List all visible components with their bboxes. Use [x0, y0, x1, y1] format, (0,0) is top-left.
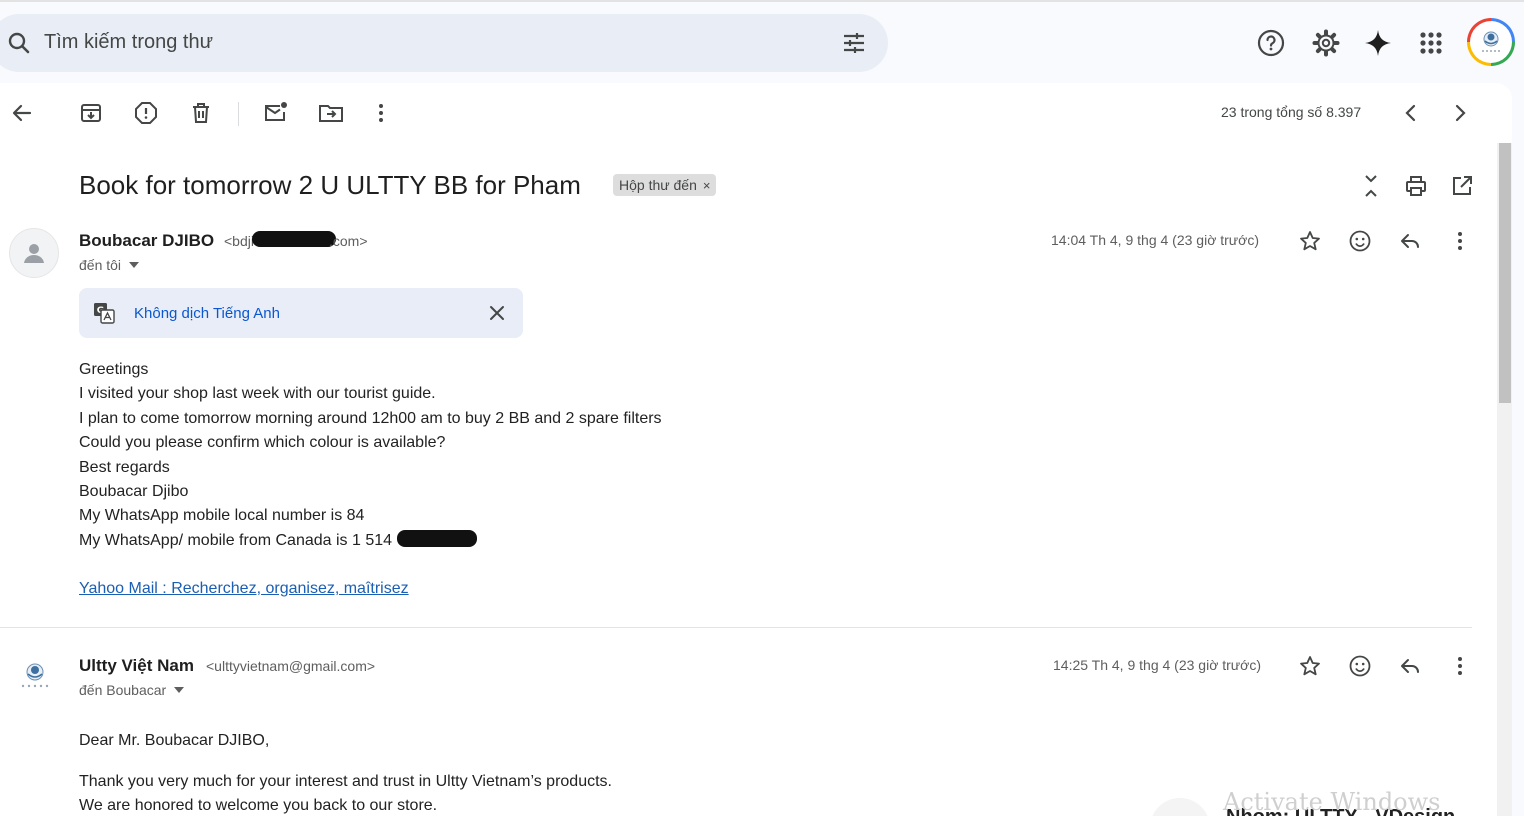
sender-avatar[interactable]	[13, 655, 57, 699]
sender-email-end: .com>	[329, 233, 368, 249]
apps-icon[interactable]	[1417, 29, 1445, 57]
delete-icon[interactable]	[188, 100, 214, 126]
open-new-window-icon[interactable]	[1449, 173, 1475, 199]
gemini-icon[interactable]	[1364, 29, 1392, 57]
settings-icon[interactable]	[1312, 29, 1340, 57]
yahoo-mail-link[interactable]: Yahoo Mail : Recherchez, organisez, maît…	[79, 580, 409, 598]
message-divider	[0, 627, 1472, 628]
account-avatar[interactable]	[1467, 18, 1515, 66]
remove-label-icon[interactable]: ×	[703, 178, 711, 193]
message-body-line: I visited your shop last week with our t…	[79, 385, 436, 402]
report-spam-icon[interactable]	[133, 100, 159, 126]
top-border	[0, 0, 1524, 2]
sender-email: <ulttyvietnam@gmail.com>	[206, 658, 376, 674]
back-arrow-icon[interactable]	[9, 100, 35, 126]
logo-icon	[1470, 21, 1512, 63]
message-date: 14:25 Th 4, 9 thg 4 (23 giờ trước)	[1053, 657, 1262, 673]
search-options-icon[interactable]	[840, 29, 868, 57]
message-body-line: Greetings	[79, 361, 149, 378]
translate-icon: G	[93, 302, 115, 324]
sender-avatar[interactable]	[9, 228, 59, 278]
mark-unread-icon[interactable]	[263, 100, 289, 126]
message-date: 14:04 Th 4, 9 thg 4 (23 giờ trước)	[1051, 232, 1260, 248]
close-icon[interactable]	[487, 303, 507, 323]
move-to-icon[interactable]	[318, 100, 344, 126]
archive-icon[interactable]	[78, 100, 104, 126]
message-body-line: My WhatsApp/ mobile from Canada is 1 514	[79, 532, 393, 549]
recipient-line[interactable]: đến tôi	[79, 257, 140, 273]
chevron-left-icon[interactable]	[1398, 100, 1424, 126]
message-body-line: Best regards	[79, 459, 170, 476]
reply-icon[interactable]	[1398, 229, 1422, 253]
message-body-line: We are honored to welcome you back to ou…	[79, 797, 438, 814]
more-vert-icon[interactable]	[1448, 654, 1472, 678]
chevron-right-icon[interactable]	[1447, 100, 1473, 126]
help-icon[interactable]	[1257, 29, 1285, 57]
star-icon[interactable]	[1298, 654, 1322, 678]
sender-name[interactable]: Ultty Việt Nam	[79, 656, 194, 676]
inbox-label-chip[interactable]: Hộp thư đến ×	[613, 174, 717, 196]
person-icon	[24, 244, 44, 263]
sender-email-start: <bdji	[224, 233, 254, 249]
message-body-line: Thank you very much for your interest an…	[79, 773, 612, 790]
search-icon[interactable]	[7, 31, 31, 55]
message-body-line: My WhatsApp mobile local number is 84	[79, 507, 365, 524]
recipient-text: đến tôi	[79, 257, 122, 273]
message-body-line: Boubacar Djibo	[79, 483, 189, 500]
reply-icon[interactable]	[1398, 654, 1422, 678]
recipient-line[interactable]: đến Boubacar	[79, 682, 185, 698]
thread-subject: Book for tomorrow 2 U ULTTY BB for Pham	[79, 170, 581, 200]
collapse-all-icon[interactable]	[1358, 173, 1384, 199]
redaction-mark	[252, 231, 336, 247]
search-input[interactable]: Tìm kiếm trong thư	[44, 31, 213, 54]
message-body-line: I plan to come tomorrow morning around 1…	[79, 410, 662, 427]
redaction-mark	[397, 530, 477, 547]
sender-name[interactable]: Boubacar DJIBO	[79, 231, 214, 251]
print-icon[interactable]	[1403, 173, 1429, 199]
star-icon[interactable]	[1298, 229, 1322, 253]
logo-icon	[21, 663, 49, 688]
label-text: Hộp thư đến	[619, 177, 697, 193]
pager-count: 23 trong tổng số 8.397	[1221, 104, 1362, 120]
translate-banner: G Không dịch Tiếng Anh	[79, 288, 523, 338]
emoji-react-icon[interactable]	[1348, 229, 1372, 253]
scrollbar-thumb[interactable]	[1499, 143, 1511, 403]
caret-down-icon[interactable]	[129, 262, 140, 268]
windows-activation-watermark: Activate Windows	[1223, 788, 1441, 816]
dont-translate-link[interactable]: Không dịch Tiếng Anh	[134, 305, 280, 322]
message-body-line: Could you please confirm which colour is…	[79, 434, 446, 451]
more-vert-icon[interactable]	[1448, 229, 1472, 253]
toolbar-divider	[238, 102, 239, 126]
caret-down-icon[interactable]	[174, 687, 185, 693]
recipient-text: đến Boubacar	[79, 682, 167, 698]
more-vert-icon[interactable]	[368, 100, 394, 126]
message-body-line: Dear Mr. Boubacar DJIBO,	[79, 732, 270, 749]
emoji-react-icon[interactable]	[1348, 654, 1372, 678]
